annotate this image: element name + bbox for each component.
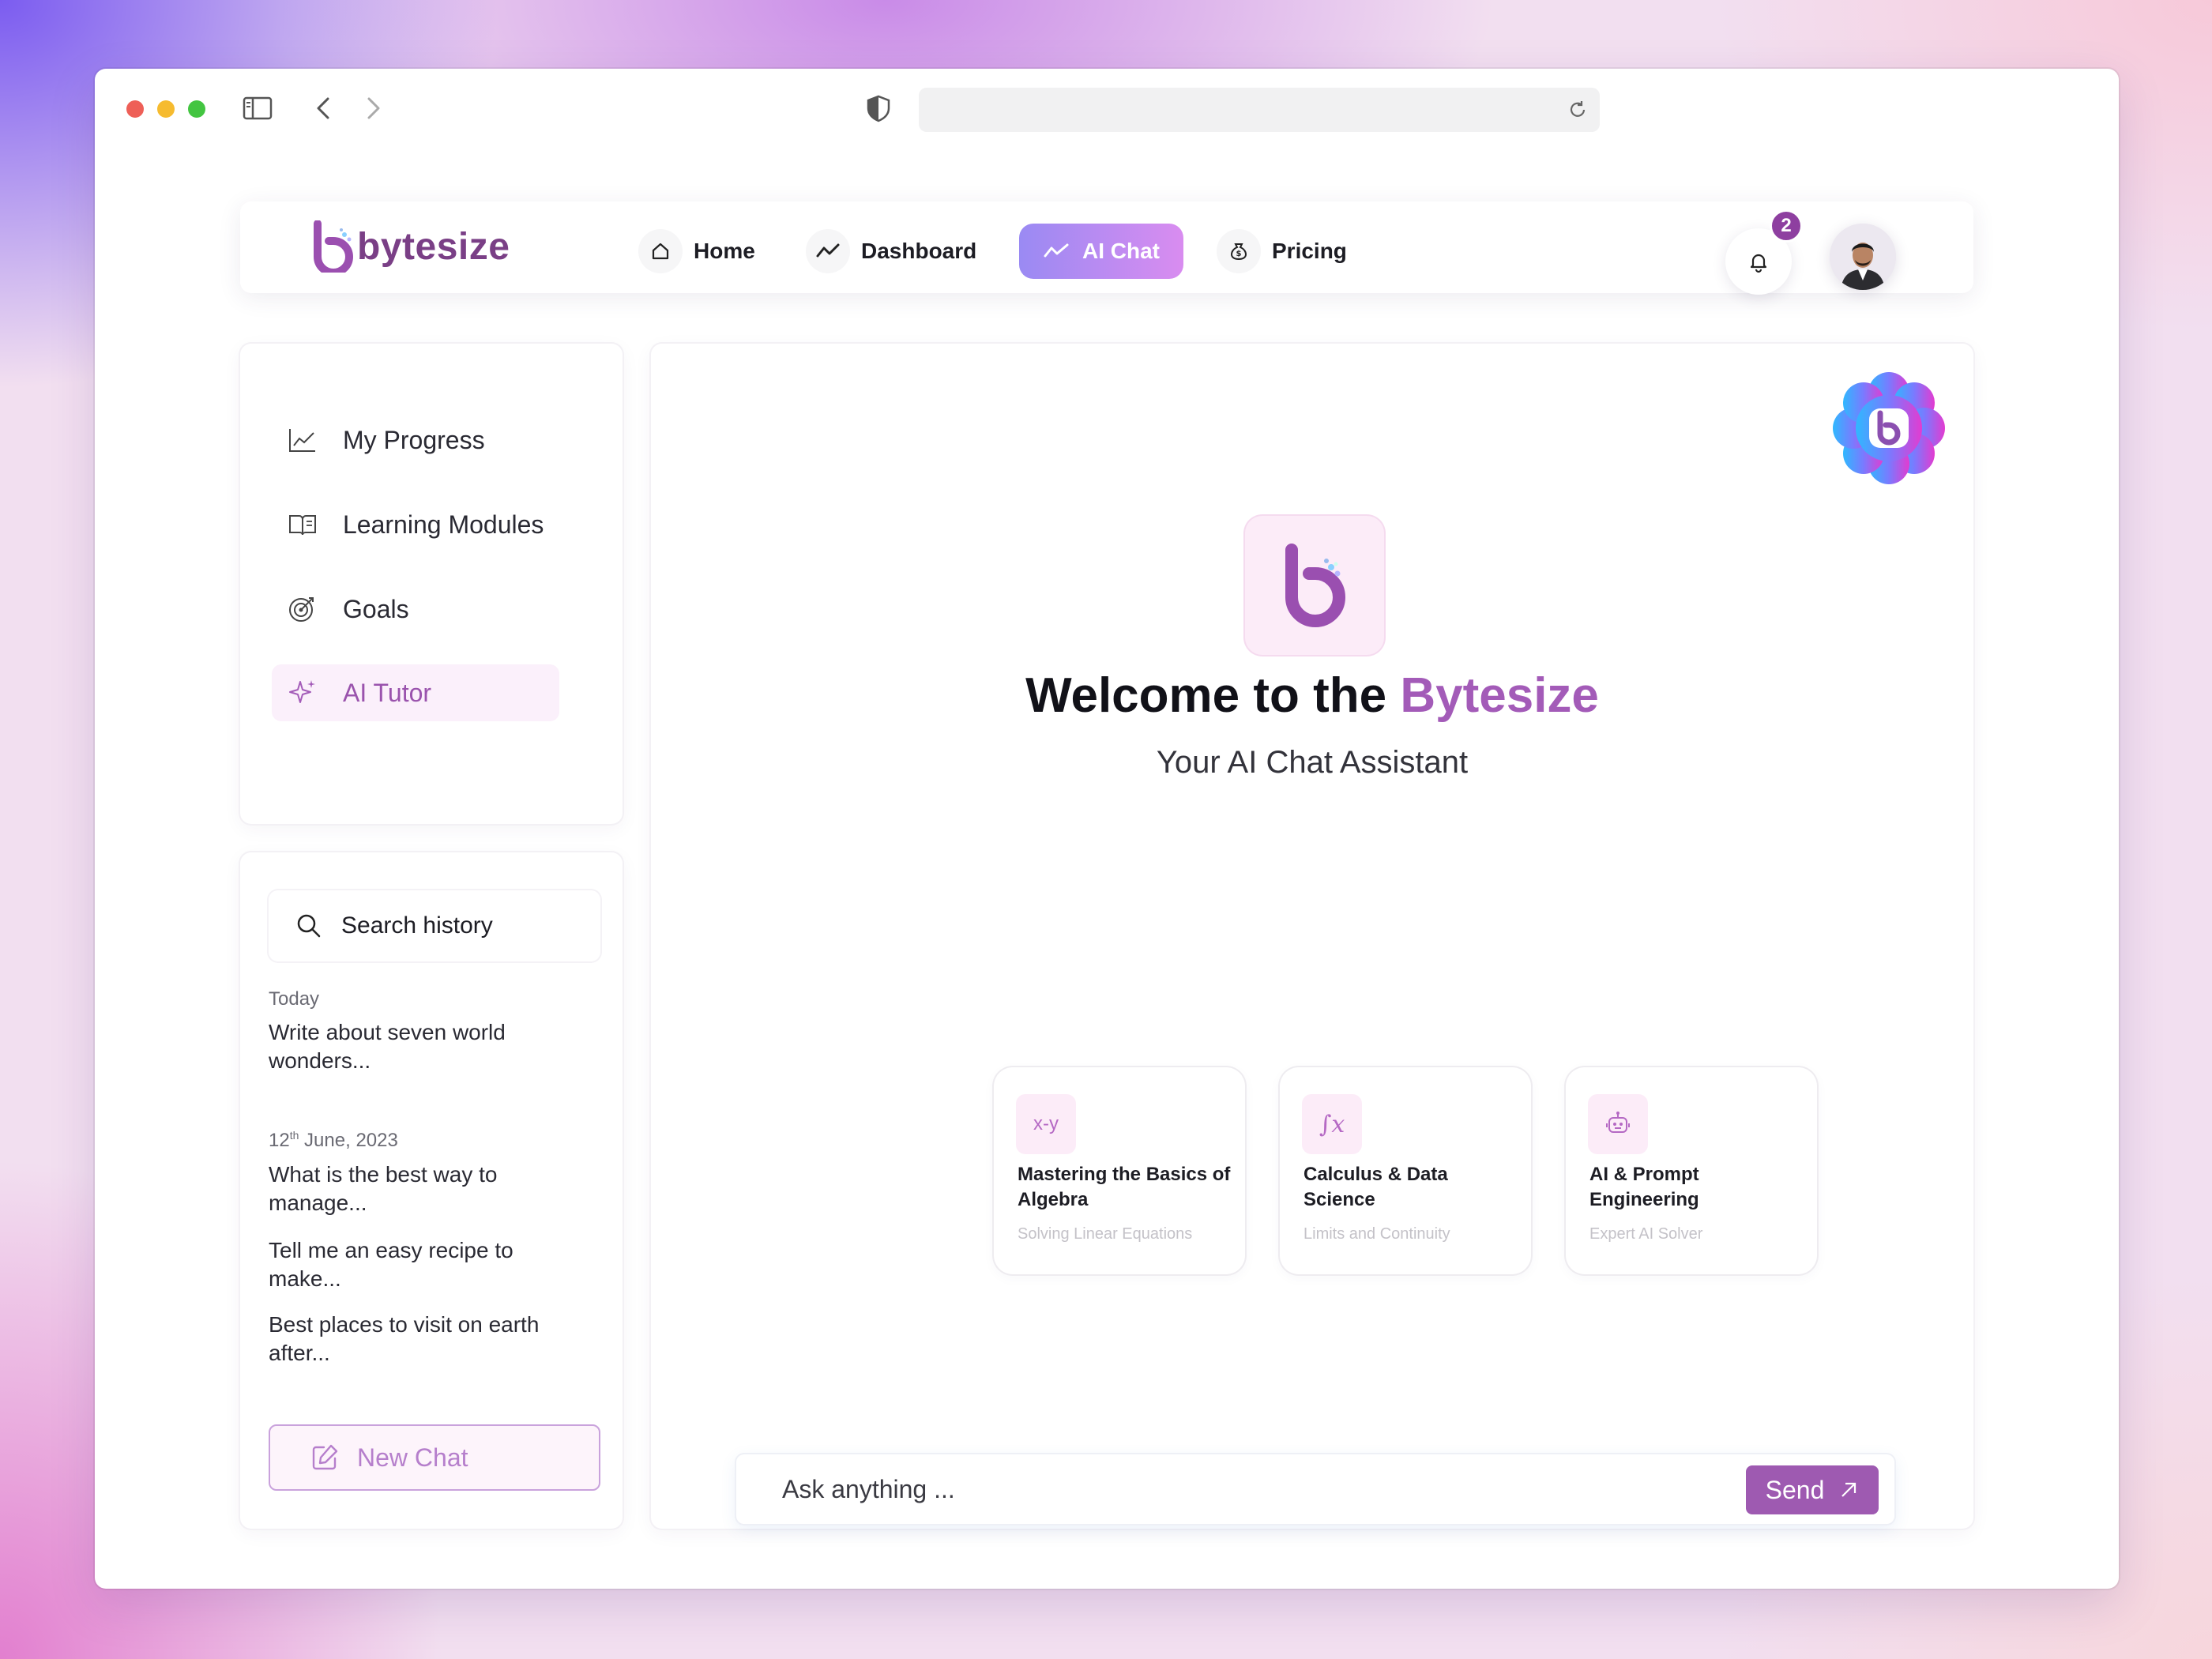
- card-title: Calculus & Data Science: [1304, 1164, 1448, 1210]
- card-title: AI & Prompt Engineering: [1589, 1164, 1699, 1210]
- list-item[interactable]: Best places to visit on earth after...: [269, 1311, 585, 1367]
- list-item[interactable]: Tell me an easy recipe to make...: [269, 1236, 585, 1293]
- new-chat-label: New Chat: [357, 1443, 468, 1472]
- sidebar-item-ai-tutor[interactable]: AI Tutor: [272, 664, 559, 721]
- browser-chrome: [95, 69, 2119, 156]
- card-icon: ∫x: [1302, 1094, 1362, 1154]
- page-title: Welcome to the Bytesize: [651, 668, 1973, 724]
- edit-icon: [312, 1444, 338, 1470]
- suggestion-card-calculus[interactable]: ∫x Calculus & Data Science Limits and Co…: [1280, 1067, 1531, 1274]
- arrow-up-right-icon: [1841, 1482, 1856, 1497]
- trend-icon: [806, 229, 850, 273]
- sidebar-item-goals[interactable]: Goals: [272, 581, 559, 638]
- search-history-placeholder: Search history: [341, 912, 493, 939]
- card-icon: x-y: [1016, 1094, 1076, 1154]
- address-bar[interactable]: [919, 88, 1600, 132]
- suggestion-card-ai-prompt[interactable]: AI & Prompt Engineering Expert AI Solver: [1566, 1067, 1817, 1274]
- nav-pricing-label: Pricing: [1272, 239, 1347, 263]
- avatar[interactable]: [1830, 224, 1896, 290]
- sidebar-item-label: Learning Modules: [343, 510, 544, 539]
- svg-text:$: $: [1236, 250, 1242, 258]
- card-title: Mastering the Basics of Algebra: [1018, 1164, 1231, 1210]
- nav-ai-chat[interactable]: AI Chat: [1019, 224, 1183, 279]
- nav-ai-chat-label: AI Chat: [1082, 239, 1160, 263]
- nav-dashboard-label: Dashboard: [861, 239, 977, 263]
- assistant-flower-logo-icon[interactable]: [1830, 369, 1948, 487]
- history-date-month-year: June, 2023: [299, 1130, 398, 1151]
- send-button[interactable]: Send: [1746, 1465, 1879, 1514]
- new-chat-button[interactable]: New Chat: [269, 1424, 600, 1491]
- book-icon: [289, 515, 316, 536]
- history-date-day: 12: [269, 1130, 290, 1151]
- nav-dashboard[interactable]: Dashboard: [806, 224, 976, 279]
- browser-window: bytesize Home Dashboard AI Chat $ Pricin…: [95, 69, 2119, 1589]
- shield-icon[interactable]: [863, 92, 894, 124]
- robot-icon: [1588, 1094, 1648, 1154]
- welcome-accent: Bytesize: [1400, 668, 1599, 723]
- close-window-button[interactable]: [126, 100, 144, 118]
- bell-icon: [1750, 254, 1767, 273]
- top-navigation: bytesize Home Dashboard AI Chat $ Pricin…: [240, 201, 1973, 295]
- card-subtitle: Expert AI Solver: [1589, 1225, 1703, 1243]
- sparkle-icon: [289, 680, 315, 703]
- brand-name: bytesize: [357, 225, 510, 268]
- welcome-prefix: Welcome to the: [1025, 668, 1401, 723]
- bytesize-logo-icon: [314, 220, 353, 273]
- money-bag-icon: $: [1217, 229, 1261, 273]
- list-item[interactable]: What is the best way to manage...: [269, 1161, 585, 1217]
- reload-icon[interactable]: [1567, 99, 1589, 121]
- trend-icon: [1043, 229, 1070, 273]
- notification-badge: 2: [1770, 209, 1803, 243]
- suggestion-card-algebra[interactable]: x-y Mastering the Basics of Algebra Solv…: [994, 1067, 1245, 1274]
- history-date-june: 12th June, 2023: [269, 1129, 398, 1152]
- send-label: Send: [1765, 1475, 1825, 1504]
- minimize-window-button[interactable]: [157, 100, 175, 118]
- sidebar-toggle-icon[interactable]: [242, 92, 273, 124]
- chart-line-icon: [289, 429, 315, 452]
- user-avatar-icon: [1830, 224, 1896, 290]
- forward-arrow-icon[interactable]: [357, 92, 389, 124]
- search-history-input[interactable]: Search history: [269, 890, 600, 961]
- sidebar-item-label: AI Tutor: [343, 678, 432, 707]
- target-icon: [289, 597, 314, 622]
- search-icon: [297, 914, 321, 938]
- maximize-window-button[interactable]: [188, 100, 205, 118]
- chat-history-panel: Search history Today Write about seven w…: [240, 852, 623, 1529]
- nav-home-label: Home: [694, 239, 755, 263]
- sidebar-item-my-progress[interactable]: My Progress: [272, 412, 559, 468]
- list-item[interactable]: Write about seven world wonders...: [269, 1018, 585, 1075]
- sidebar-navigation: My Progress Learning Modules Goals AI Tu…: [240, 344, 623, 824]
- history-date-suffix: th: [289, 1129, 299, 1142]
- sidebar-item-label: My Progress: [343, 425, 485, 454]
- history-date-today: Today: [269, 988, 320, 1010]
- bytesize-app-icon: [1245, 516, 1384, 655]
- sidebar-item-label: Goals: [343, 594, 409, 623]
- card-subtitle: Solving Linear Equations: [1018, 1225, 1193, 1243]
- bytesize-logo-icon: [1285, 544, 1345, 627]
- nav-home[interactable]: Home: [638, 224, 755, 279]
- brand-logo[interactable]: bytesize: [313, 219, 510, 274]
- home-icon: [638, 229, 683, 273]
- back-arrow-icon[interactable]: [308, 92, 340, 124]
- sidebar-item-learning-modules[interactable]: Learning Modules: [272, 496, 559, 553]
- page-subtitle: Your AI Chat Assistant: [1156, 745, 1469, 780]
- chat-main-panel: Welcome to the Bytesize Your AI Chat Ass…: [651, 344, 1973, 1529]
- card-subtitle: Limits and Continuity: [1304, 1225, 1450, 1243]
- nav-pricing[interactable]: $ Pricing: [1217, 224, 1347, 279]
- chat-input-placeholder: Ask anything ...: [782, 1474, 955, 1503]
- chat-input[interactable]: Ask anything ... Send: [736, 1454, 1894, 1524]
